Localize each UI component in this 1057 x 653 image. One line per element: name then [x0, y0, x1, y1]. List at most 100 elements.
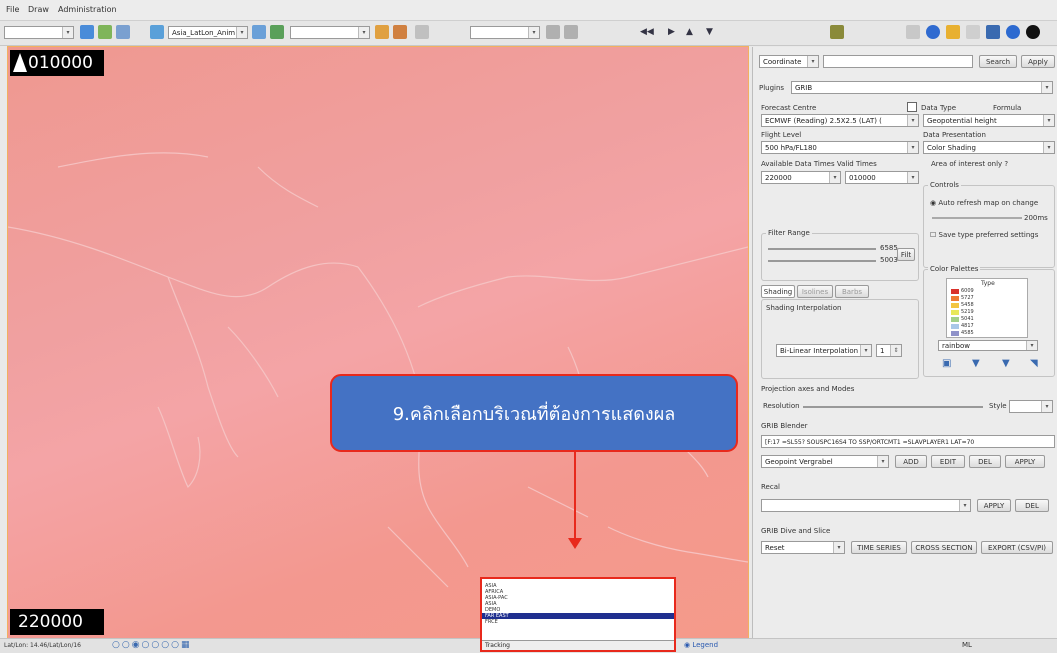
rewind-icon[interactable]: ◀◀: [640, 27, 654, 37]
forecast-centre-combo[interactable]: ECMWF (Reading) 2.5X2.5 (LAT) (▾: [761, 114, 919, 127]
search-button[interactable]: Search: [979, 55, 1017, 68]
palette-type-label: Type: [981, 280, 995, 287]
layer-icon[interactable]: [98, 25, 112, 39]
down2-icon[interactable]: ▼: [1002, 358, 1010, 369]
fill-icon[interactable]: ▣: [942, 358, 951, 369]
chart-icon[interactable]: [270, 25, 284, 39]
map-coastlines: [8, 152, 748, 588]
timer-slider[interactable]: [932, 217, 1022, 219]
flight-level-combo[interactable]: 500 hPa/FL180 ▾: [761, 141, 919, 154]
data-type-checkbox[interactable]: [907, 102, 917, 112]
chevron-down-icon: ▾: [528, 27, 539, 38]
pause-icon[interactable]: ▲: [686, 27, 693, 37]
interpolation-combo[interactable]: Bi-Linear Interpolation ▾: [776, 344, 872, 357]
sun-icon[interactable]: [946, 25, 960, 39]
control-panel: Coordinate ▾ Search Apply Plugins GRIB ▾ F…: [752, 47, 1057, 638]
toolbar-combo-3[interactable]: ▾: [290, 26, 370, 39]
resolution-slider[interactable]: [803, 406, 983, 408]
image-icon[interactable]: [150, 25, 164, 39]
help-icon[interactable]: [1006, 25, 1020, 39]
edit-palette-icon[interactable]: ◥: [1030, 358, 1038, 369]
play-icon[interactable]: ▶: [668, 27, 675, 37]
style-combo[interactable]: ▾: [1009, 400, 1053, 413]
filter-max-slider[interactable]: [768, 248, 876, 250]
forecast-centre-label: Forecast Centre: [761, 104, 817, 112]
dropdown-option[interactable]: FRCE: [482, 619, 674, 625]
down-icon[interactable]: ▼: [972, 358, 980, 369]
forward-icon[interactable]: ▼: [706, 27, 713, 37]
coordinate-combo[interactable]: Coordinate ▾: [759, 55, 819, 68]
palette-value: 4585: [961, 330, 974, 336]
slice-combo[interactable]: Reset ▾: [761, 541, 845, 554]
tab-barbs[interactable]: Barbs: [835, 285, 869, 298]
exit-icon[interactable]: [1026, 25, 1040, 39]
palette-value: 5727: [961, 295, 974, 301]
apply-recal-button[interactable]: APPLY: [977, 499, 1011, 512]
pen-icon[interactable]: [906, 25, 920, 39]
filter-button[interactable]: Filt: [897, 248, 915, 261]
filter-range-group: Filter Range 6585 5003 Filt: [761, 229, 919, 281]
data-presentation-combo[interactable]: Color Shading ▾: [923, 141, 1055, 154]
data-type-label: Data Type: [921, 104, 957, 112]
gear-icon[interactable]: [116, 25, 130, 39]
menu-file[interactable]: File: [6, 5, 19, 14]
tab-isolines[interactable]: Isolines: [797, 285, 833, 298]
apply-blender-button[interactable]: APPLY: [1005, 455, 1045, 468]
color-palette-label: Color Palettes: [928, 265, 981, 273]
chevron-down-icon: ▾: [358, 27, 369, 38]
search-input[interactable]: [823, 55, 973, 68]
map-canvas[interactable]: [7, 46, 749, 639]
toolbar-combo-2[interactable]: Asia_LatLon_Anim ▾: [168, 26, 248, 39]
document-icon[interactable]: [415, 25, 429, 39]
palette-combo[interactable]: rainbow ▾: [938, 340, 1038, 351]
cross-section-button[interactable]: CROSS SECTION: [911, 541, 977, 554]
bar-chart-icon[interactable]: [393, 25, 407, 39]
toolbar-combo-1[interactable]: ▾: [4, 26, 74, 39]
region-combo[interactable]: Tracking: [482, 640, 674, 650]
globe-icon[interactable]: [80, 25, 94, 39]
apply-button[interactable]: Apply: [1021, 55, 1055, 68]
filter-min-slider[interactable]: [768, 260, 876, 262]
data-type-combo[interactable]: Geopotential height ▾: [923, 114, 1055, 127]
plugins-combo[interactable]: GRIB ▾: [791, 81, 1053, 94]
tab-shading[interactable]: Shading: [761, 285, 795, 298]
palette-list[interactable]: Type 6009 5727 5458 5219 5041 4817 4585: [946, 278, 1028, 338]
time-series-button[interactable]: TIME SERIES: [851, 541, 907, 554]
palette-value: 5458: [961, 302, 974, 308]
add-button[interactable]: ADD: [895, 455, 927, 468]
auto-refresh-radio[interactable]: ◉ Auto refresh map on change: [930, 199, 1038, 207]
del-button[interactable]: DEL: [969, 455, 1001, 468]
del-recal-button[interactable]: DEL: [1015, 499, 1049, 512]
interp-spinner[interactable]: 1 ⇕: [876, 344, 902, 357]
data-presentation-label: Data Presentation: [923, 131, 986, 139]
edit-button[interactable]: EDIT: [931, 455, 965, 468]
folder-icon[interactable]: [252, 25, 266, 39]
palette-swatch: [951, 289, 959, 294]
menu-draw[interactable]: Draw: [28, 5, 49, 14]
copy-icon[interactable]: [966, 25, 980, 39]
recal-combo[interactable]: ▾: [761, 499, 971, 512]
time-combo-1[interactable]: 220000 ▾: [761, 171, 841, 184]
map-bottom-time-label: 220000: [10, 609, 104, 635]
time-combo-2[interactable]: 010000 ▾: [845, 171, 919, 184]
filter-range-label: Filter Range: [766, 229, 812, 237]
save-pref-checkbox[interactable]: ☐ Save type preferred settings: [930, 231, 1038, 239]
step-icon[interactable]: [546, 25, 560, 39]
legend-toggle[interactable]: ◉ Legend: [684, 641, 718, 649]
blender-expression-input[interactable]: [F:17 =SL55? SOUSPC16S4 TO SSP/ORTCMT1 =…: [761, 435, 1055, 448]
step-back-icon[interactable]: [564, 25, 578, 39]
person-icon[interactable]: [830, 25, 844, 39]
region-dropdown-list[interactable]: ASIA AFRICA ASIA-PAC ASIA DEMO FAR EAST …: [480, 577, 676, 652]
area-only-checkbox[interactable]: Area of interest only ?: [931, 160, 1008, 168]
chevron-down-icon: ▾: [1043, 115, 1054, 126]
save-icon[interactable]: [986, 25, 1000, 39]
menu-administration[interactable]: Administration: [58, 5, 117, 14]
chevron-down-icon: ▾: [807, 56, 818, 67]
earth-icon[interactable]: [926, 25, 940, 39]
recal-label: Recal: [761, 483, 780, 491]
toolbar-combo-4[interactable]: ▾: [470, 26, 540, 39]
blender-combo[interactable]: Geopoint Vergrabel ▾: [761, 455, 889, 468]
zoom-icons[interactable]: ○○◉○○○○▦: [112, 640, 191, 650]
export-button[interactable]: EXPORT (CSV/PI): [981, 541, 1053, 554]
table-icon[interactable]: [375, 25, 389, 39]
